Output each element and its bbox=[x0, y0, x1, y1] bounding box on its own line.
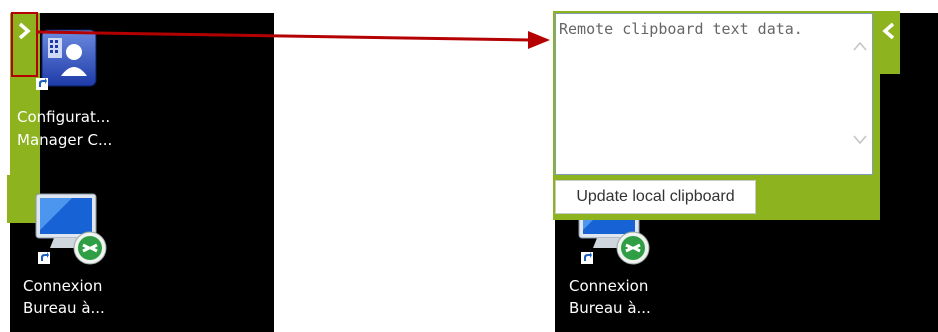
remote-desktop-icon[interactable] bbox=[32, 190, 110, 268]
left-edge-strip bbox=[0, 0, 10, 175]
highlight-box bbox=[11, 12, 38, 77]
rdp-right-line1: Connexion bbox=[569, 277, 649, 295]
scroll-down-icon[interactable] bbox=[852, 134, 868, 146]
configuration-manager-icon[interactable] bbox=[36, 28, 98, 90]
rdp-left-line2: Bureau à... bbox=[23, 299, 105, 317]
config-manager-label: Configurat... Manager C... bbox=[17, 106, 137, 152]
rdp-label-right: Connexion Bureau à... bbox=[569, 275, 689, 319]
update-local-clipboard-button[interactable]: Update local clipboard bbox=[555, 180, 756, 214]
clipboard-textarea[interactable]: Remote clipboard text data. bbox=[555, 13, 873, 175]
chevron-left-icon[interactable] bbox=[881, 20, 897, 42]
scroll-up-icon[interactable] bbox=[852, 40, 868, 52]
rdp-right-line2: Bureau à... bbox=[569, 299, 651, 317]
config-label-line1: Configurat... bbox=[17, 108, 111, 126]
config-label-line2: Manager C... bbox=[17, 131, 113, 149]
rdp-label-left: Connexion Bureau à... bbox=[23, 275, 143, 319]
rdp-left-line1: Connexion bbox=[23, 277, 103, 295]
